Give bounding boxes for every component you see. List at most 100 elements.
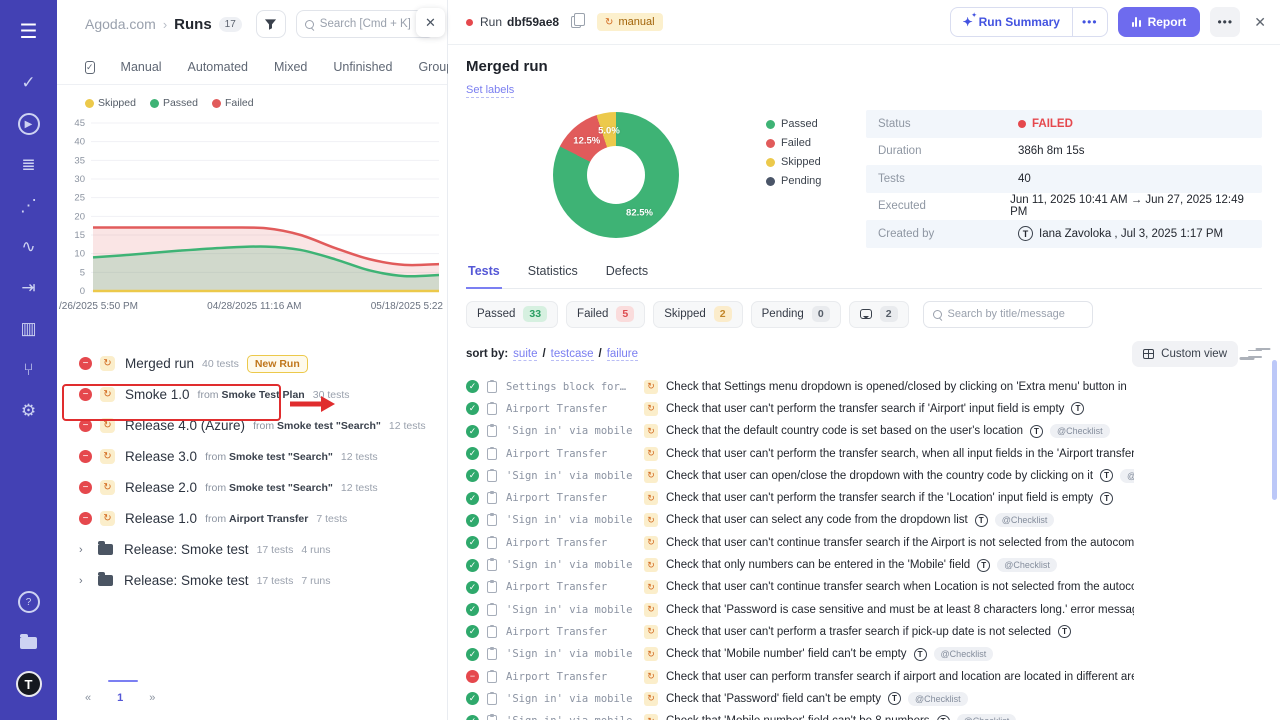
sort-link-failure[interactable]: failure (607, 348, 638, 361)
chevron-right-icon[interactable]: › (79, 575, 92, 587)
tab-unfinished[interactable]: Unfinished (333, 60, 392, 74)
test-row[interactable]: ✓Airport Transfer↻Check that user can't … (466, 398, 1134, 420)
tab-automated[interactable]: Automated (188, 60, 248, 74)
test-row[interactable]: ✓Airport Transfer↻Check that user can't … (466, 576, 1134, 598)
filter-chip-passed[interactable]: Passed33 (466, 301, 558, 328)
custom-view-button[interactable]: Custom view (1132, 341, 1238, 367)
test-row[interactable]: ✓'Sign in' via mobile↻Check that only nu… (466, 554, 1134, 576)
scrollbar-thumb[interactable] (1272, 360, 1277, 500)
close-icon[interactable]: ✕ (1254, 14, 1266, 31)
app-sidebar: ☰ ✓ ▶ ≣ ⋰ ∿ ⇥ ▥ ⑂ ⚙? T (0, 0, 57, 720)
run-list-item[interactable]: −↻Release 2.0from Smoke test "Search"12 … (79, 472, 447, 503)
testcase-icon (487, 626, 497, 638)
steps-icon[interactable]: ⋰ (12, 189, 46, 223)
test-row[interactable]: ✓'Sign in' via mobile↻Check that user ca… (466, 509, 1134, 531)
donut-legend-item-pending: Pending (766, 175, 854, 187)
run-list-item[interactable]: −↻Release 4.0 (Azure)from Smoke test "Se… (79, 410, 447, 441)
gear-icon[interactable]: ⚙ (12, 394, 46, 428)
chevron-right-icon[interactable]: › (79, 544, 92, 556)
runs-list-panel: Agoda.com › Runs 17 ✓ ManualAutomatedMix… (57, 0, 448, 720)
tab-mixed[interactable]: Mixed (274, 60, 307, 74)
status-badge: FAILED (1018, 118, 1073, 130)
test-row[interactable]: ✓'Sign in' via mobile↻Check that 'Mobile… (466, 710, 1134, 720)
tab-tests[interactable]: Tests (466, 264, 502, 289)
testcase-icon (487, 648, 497, 660)
run-group-item[interactable]: ›Release: Smoke test17 tests4 runs (79, 534, 447, 565)
runs-search[interactable] (296, 10, 435, 38)
test-row[interactable]: ✓Settings block for…↻Check that Settings… (466, 376, 1134, 398)
comments-filter-chip[interactable]: 2 (849, 301, 909, 328)
tests-search[interactable] (923, 301, 1093, 328)
tests-search-input[interactable] (948, 308, 1083, 320)
page-prev-button[interactable]: « (85, 692, 91, 704)
filter-chip-skipped[interactable]: Skipped2 (653, 301, 742, 328)
folder-icon[interactable] (12, 626, 46, 660)
failed-status-icon: − (79, 450, 92, 463)
run-group-item[interactable]: ›Release: Smoke test17 tests7 runs (79, 565, 447, 596)
sort-link-suite[interactable]: suite (513, 348, 537, 361)
sort-link-testcase[interactable]: testcase (551, 348, 594, 361)
testcase-icon (487, 715, 497, 720)
test-row[interactable]: −Airport Transfer↻Check that user can pe… (466, 665, 1134, 687)
set-labels-link[interactable]: Set labels (466, 84, 514, 98)
list-check-icon[interactable]: ≣ (12, 148, 46, 182)
run-status-dot (466, 19, 473, 26)
run-list-item[interactable]: −↻Release 3.0from Smoke test "Search"12 … (79, 441, 447, 472)
play-circle-icon[interactable]: ▶ (12, 107, 46, 141)
info-text: Jun 11, 2025 10:41 AM → Jun 27, 2025 12:… (1010, 194, 1250, 218)
sign-in-icon[interactable]: ⇥ (12, 271, 46, 305)
run-list-item[interactable]: −↻Merged run40 testsNew Run (79, 348, 447, 379)
test-row[interactable]: ✓'Sign in' via mobile↻Check that 'Passwo… (466, 688, 1134, 710)
filter-chip-pending[interactable]: Pending0 (751, 301, 841, 328)
assignee-avatar: T (1100, 492, 1113, 505)
more-actions-button[interactable]: ••• (1210, 7, 1240, 37)
test-row[interactable]: ✓Airport Transfer↻Check that user can't … (466, 532, 1134, 554)
tab-defects[interactable]: Defects (604, 264, 650, 288)
page-current[interactable]: 1 (117, 692, 123, 704)
breadcrumb-project[interactable]: Agoda.com (85, 16, 156, 32)
test-row[interactable]: ✓'Sign in' via mobile↻Check that 'Mobile… (466, 643, 1134, 665)
panel-close-button[interactable]: ✕ (416, 8, 445, 37)
assignee-avatar: T (975, 514, 988, 527)
runs-search-input[interactable] (320, 18, 426, 30)
branch-icon[interactable]: ⑂ (12, 353, 46, 387)
testcase-icon (487, 671, 497, 683)
run-list-item[interactable]: −↻Release 1.0from Airport Transfer7 test… (79, 503, 447, 534)
select-all-icon[interactable]: ✓ (85, 61, 95, 74)
test-row[interactable]: ✓'Sign in' via mobile↻Check that the def… (466, 420, 1134, 442)
tests-list: ✓Settings block for…↻Check that Settings… (466, 376, 1134, 720)
test-row[interactable]: ✓Airport Transfer↻Check that user can't … (466, 487, 1134, 509)
tab-statistics[interactable]: Statistics (526, 264, 580, 288)
legend-label: Pending (781, 175, 821, 187)
view-settings-icon[interactable] (1248, 348, 1262, 360)
test-row[interactable]: ✓'Sign in' via mobile↻Check that 'Passwo… (466, 598, 1134, 620)
test-row[interactable]: ✓Airport Transfer↻Check that user can't … (466, 442, 1134, 464)
folder-shape (20, 637, 37, 649)
failed-status-icon: − (79, 419, 92, 432)
manual-test-icon: ↻ (644, 625, 658, 639)
activity-icon[interactable]: ∿ (12, 230, 46, 264)
custom-view-label: Custom view (1161, 348, 1227, 360)
avatar[interactable]: T (12, 667, 46, 701)
page-next-button[interactable]: » (149, 692, 155, 704)
run-list-item[interactable]: −↻Smoke 1.0from Smoke Test Plan30 tests (79, 379, 447, 410)
run-tests-count: 30 tests (313, 389, 350, 401)
tab-manual[interactable]: Manual (121, 60, 162, 74)
check-icon[interactable]: ✓ (12, 66, 46, 100)
test-row[interactable]: ✓Airport Transfer↻Check that user can't … (466, 621, 1134, 643)
menu-icon[interactable]: ☰ (12, 14, 46, 48)
group-runs-count: 4 runs (301, 544, 330, 556)
failed-status-icon: − (79, 388, 92, 401)
copy-icon[interactable] (571, 16, 581, 28)
bar-chart-icon[interactable]: ▥ (12, 312, 46, 346)
filter-button[interactable] (256, 10, 286, 38)
report-button[interactable]: Report (1118, 7, 1201, 37)
test-row[interactable]: ✓'Sign in' via mobile↻Check that user ca… (466, 465, 1134, 487)
help-icon[interactable]: ? (12, 585, 46, 619)
run-summary-more-button[interactable]: ••• (1072, 8, 1107, 36)
info-text: Iana Zavoloka , Jul 3, 2025 1:17 PM (1039, 228, 1223, 240)
test-title: Check that only numbers can be entered i… (666, 559, 970, 571)
run-summary-button[interactable]: ✦ Run Summary (951, 8, 1072, 36)
info-value: FAILED (1018, 118, 1073, 130)
filter-chip-failed[interactable]: Failed5 (566, 301, 645, 328)
